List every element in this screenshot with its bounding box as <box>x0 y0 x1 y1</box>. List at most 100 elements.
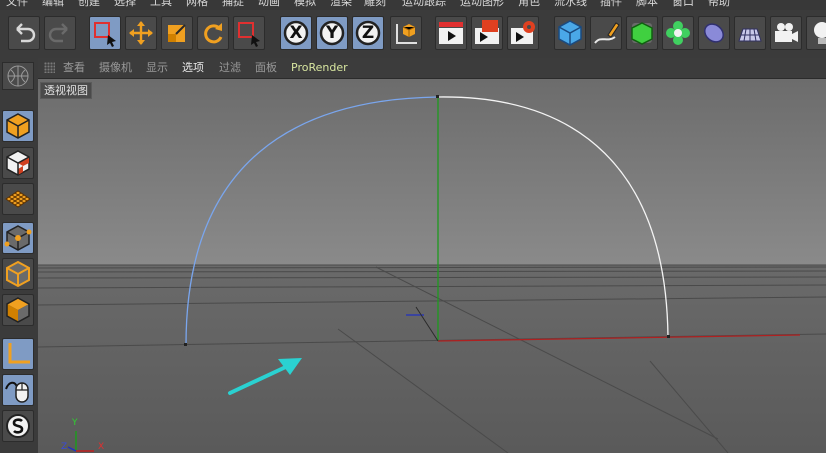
coordinate-system-button[interactable] <box>390 16 422 50</box>
workplane-grid-icon <box>5 190 31 208</box>
selection-cursor-icon <box>94 22 116 47</box>
perspective-viewport[interactable]: Y Z X 透视视图 <box>38 79 826 453</box>
cube-object-button[interactable] <box>554 16 586 50</box>
spline-point-end[interactable] <box>667 335 670 338</box>
cube-icon <box>558 20 582 46</box>
camera-object-button[interactable] <box>770 16 802 50</box>
world-coordinates-icon <box>396 24 417 44</box>
clapperboard-gear-icon <box>511 21 535 44</box>
pen-icon <box>594 22 620 44</box>
menu-mograph[interactable]: 运动图形 <box>460 0 504 8</box>
viewport-floor <box>38 265 826 453</box>
menu-simulate[interactable]: 模拟 <box>294 0 316 8</box>
move-tool-button[interactable] <box>125 16 157 50</box>
gizmo-x-label: X <box>98 442 105 452</box>
polygons-cube-icon <box>6 297 30 323</box>
snapping-button[interactable] <box>2 410 34 442</box>
viewport-menu-prorender[interactable]: ProRender <box>291 61 348 75</box>
redo-button[interactable] <box>44 16 76 50</box>
gizmo-z-label: Z <box>61 442 68 452</box>
floor-grid-icon <box>738 28 762 42</box>
spline-pen-button[interactable] <box>590 16 622 50</box>
cloner-button[interactable] <box>662 16 694 50</box>
texture-mode-button[interactable] <box>2 147 34 179</box>
viewport-menu-display[interactable]: 显示 <box>146 61 168 75</box>
axis-corner-icon <box>8 343 30 364</box>
viewport-menu-cameras[interactable]: 摄像机 <box>99 61 132 75</box>
render-view-button[interactable] <box>435 16 467 50</box>
y-axis-lock-button[interactable]: Y <box>316 16 348 50</box>
tweak-mode-button[interactable] <box>2 374 34 406</box>
light-bulb-icon <box>814 22 826 44</box>
viewport-menu-panel[interactable]: 面板 <box>255 61 277 75</box>
menu-animate[interactable]: 动画 <box>258 0 280 8</box>
render-settings-button[interactable] <box>507 16 539 50</box>
menu-render[interactable]: 渲染 <box>330 0 352 8</box>
edges-cube-icon <box>6 260 30 288</box>
menu-pipeline[interactable]: 流水线 <box>554 0 587 8</box>
bend-deformer-icon <box>704 23 724 43</box>
menu-file[interactable]: 文件 <box>6 0 28 8</box>
main-toolbar: X Y Z <box>0 10 826 59</box>
live-selection-button[interactable] <box>89 16 121 50</box>
subdivision-surface-button[interactable] <box>626 16 658 50</box>
checker-cube-icon <box>6 150 30 176</box>
snap-s-icon <box>6 414 30 438</box>
menu-mesh[interactable]: 网格 <box>186 0 208 8</box>
x-axis-label: X <box>289 23 303 43</box>
undo-icon <box>16 23 36 43</box>
cloner-flower-icon <box>666 21 690 45</box>
menu-select[interactable]: 选择 <box>114 0 136 8</box>
deformer-button[interactable] <box>698 16 730 50</box>
z-axis-label: Z <box>361 23 375 43</box>
polygons-mode-button[interactable] <box>2 294 34 326</box>
menu-plugins[interactable]: 插件 <box>600 0 622 8</box>
viewport-sky <box>38 79 826 265</box>
z-axis-lock-button[interactable]: Z <box>352 16 384 50</box>
menu-tools[interactable]: 工具 <box>150 0 172 8</box>
model-cube-icon <box>6 113 30 139</box>
selection-cursor-icon <box>238 22 260 47</box>
move-arrows-icon <box>129 21 153 45</box>
menu-snap[interactable]: 捕捉 <box>222 0 244 8</box>
workplane-mode-button[interactable] <box>2 183 34 215</box>
enable-axis-button[interactable] <box>2 338 34 370</box>
recent-tool-button[interactable] <box>233 16 265 50</box>
edges-mode-button[interactable] <box>2 258 34 290</box>
scale-tool-button[interactable] <box>161 16 193 50</box>
make-editable-button[interactable] <box>2 62 34 90</box>
viewport-menu-filter[interactable]: 过滤 <box>219 61 241 75</box>
menu-window[interactable]: 窗口 <box>672 0 694 8</box>
redo-icon <box>48 23 68 43</box>
menu-sculpt[interactable]: 雕刻 <box>364 0 386 8</box>
undo-button[interactable] <box>8 16 40 50</box>
clapperboard-icon <box>439 22 463 44</box>
viewport-menu-view[interactable]: 查看 <box>63 61 85 75</box>
menu-motion-tracking[interactable]: 运动跟踪 <box>402 0 446 8</box>
y-axis-label: Y <box>325 23 339 43</box>
subdivision-cube-icon <box>631 22 653 45</box>
viewport-name-label: 透视视图 <box>40 82 92 99</box>
light-object-button[interactable] <box>806 16 826 50</box>
camera-icon <box>775 23 798 42</box>
floor-object-button[interactable] <box>734 16 766 50</box>
menu-edit[interactable]: 编辑 <box>42 0 64 8</box>
model-mode-button[interactable] <box>2 110 34 142</box>
rotate-icon <box>204 23 223 44</box>
x-axis-lock-button[interactable]: X <box>280 16 312 50</box>
render-to-picture-viewer-button[interactable] <box>471 16 503 50</box>
grid-sphere-icon <box>7 65 29 87</box>
menu-character[interactable]: 角色 <box>518 0 540 8</box>
panel-grip-icon[interactable] <box>44 62 55 73</box>
menu-script[interactable]: 脚本 <box>636 0 658 8</box>
rotate-tool-button[interactable] <box>197 16 229 50</box>
spline-point-top[interactable] <box>436 95 439 98</box>
scale-box-icon <box>168 24 186 42</box>
menu-help[interactable]: 帮助 <box>708 0 730 8</box>
clapperboard-render-icon <box>475 20 499 44</box>
viewport-menubar: 查看 摄像机 显示 选项 过滤 面板 ProRender <box>38 58 826 79</box>
spline-point-start[interactable] <box>184 343 187 346</box>
viewport-menu-options[interactable]: 选项 <box>182 61 204 75</box>
menu-create[interactable]: 创建 <box>78 0 100 8</box>
points-mode-button[interactable] <box>2 222 34 254</box>
